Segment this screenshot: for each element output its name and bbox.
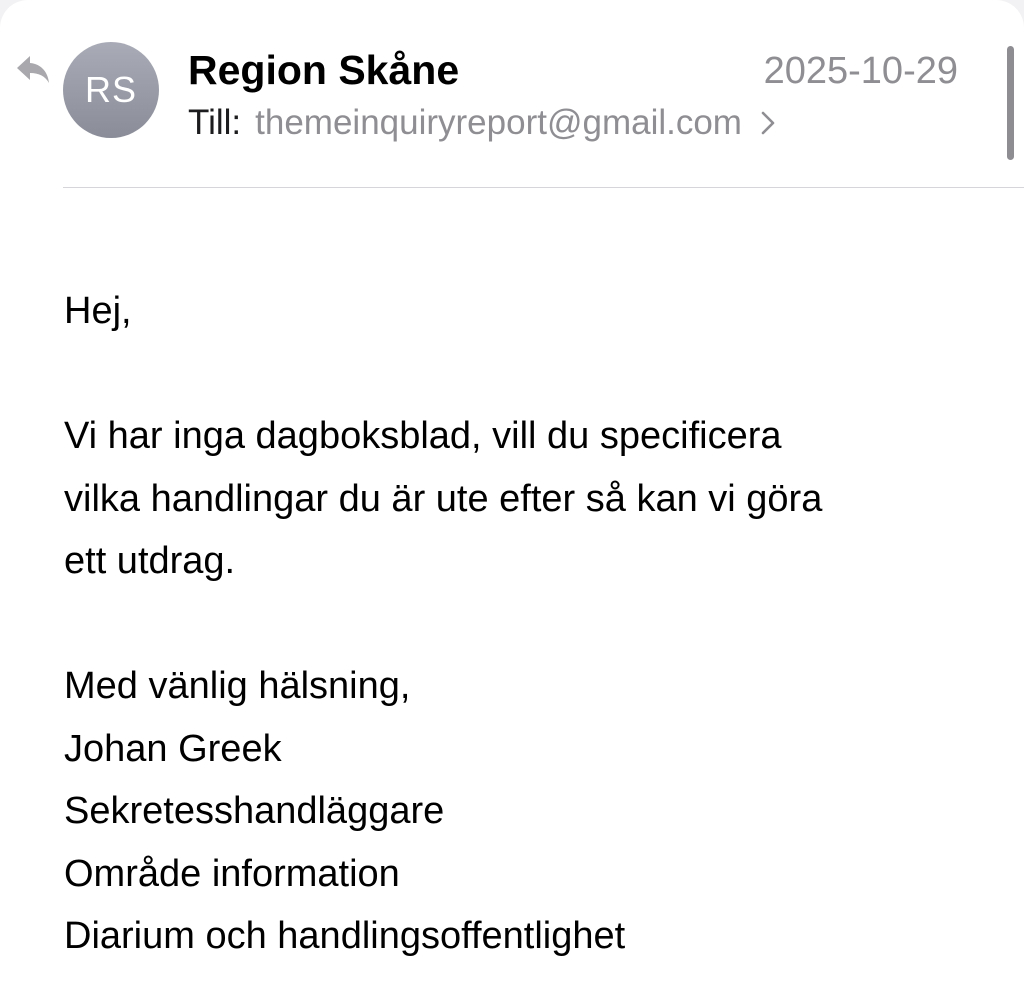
- to-label: Till:: [188, 103, 242, 142]
- email-sheet: RS Region Skåne 2025-10-29 Till: themein…: [0, 0, 1024, 1000]
- reply-arrow-icon[interactable]: [14, 52, 52, 86]
- avatar[interactable]: RS: [63, 42, 159, 138]
- message-line: ett utdrag.: [64, 540, 236, 582]
- signature-name: Johan Greek: [64, 727, 282, 770]
- sender-name[interactable]: Region Skåne: [188, 44, 459, 96]
- message-line: vilka handlingar du är ute efter så kan …: [64, 477, 823, 520]
- avatar-initials: RS: [84, 69, 137, 110]
- signature-department: Område information: [64, 852, 400, 895]
- recipient-row[interactable]: Till: themeinquiryreport@gmail.com: [188, 100, 776, 146]
- greeting: Hej,: [64, 290, 132, 332]
- signature-title: Sekretesshandläggare: [64, 790, 445, 832]
- email-body: Hej, Vi har inga dagboksblad, vill du sp…: [64, 280, 984, 968]
- email-date: 2025-10-29: [763, 50, 958, 92]
- chevron-right-icon[interactable]: [760, 110, 776, 136]
- header-divider: [63, 187, 1024, 188]
- recipient-address[interactable]: themeinquiryreport@gmail.com: [255, 100, 742, 146]
- scrollbar[interactable]: [1007, 46, 1014, 160]
- signature-unit: Diarium och handlingsoffentlighet: [64, 915, 626, 957]
- signature-closing: Med vänlig hälsning,: [64, 665, 411, 707]
- message-line: Vi har inga dagboksblad, vill du specifi…: [64, 415, 782, 457]
